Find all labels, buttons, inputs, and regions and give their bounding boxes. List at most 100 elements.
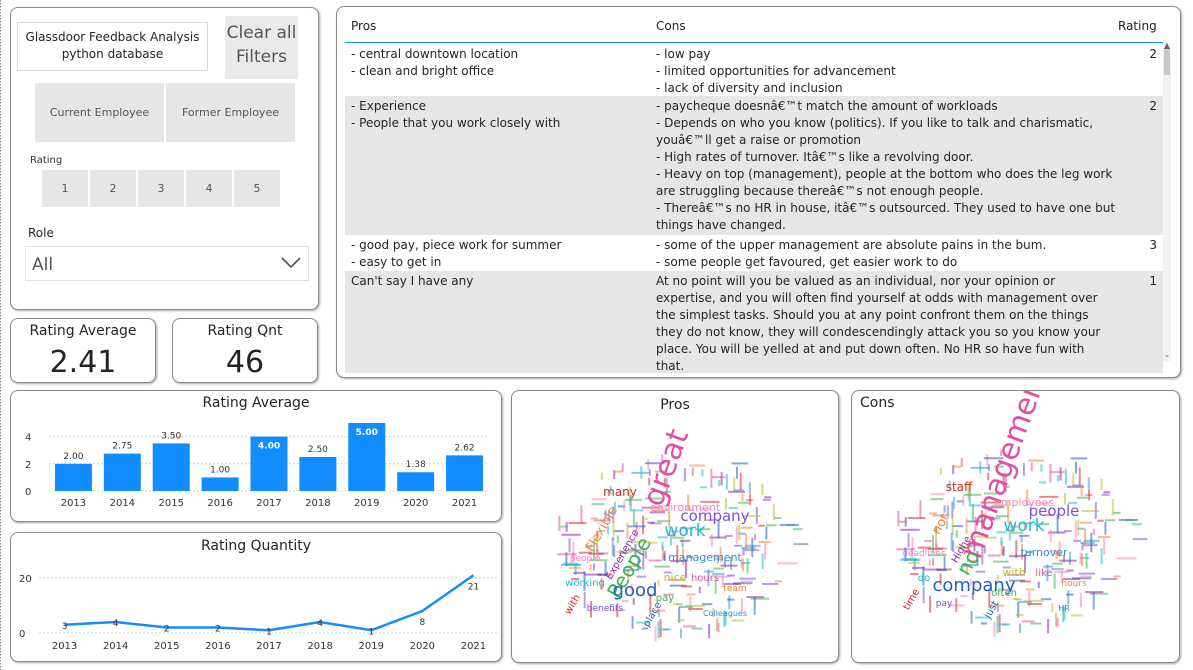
cell-cons: - some of the upper management are absol… [656,238,1047,269]
wordcloud-filler [740,526,753,529]
data-label: 2.75 [112,442,132,452]
pros-wordcloud: greatPeoplegoodworkcompanyFlexiblemanyen… [557,424,809,642]
wordcloud-filler [943,505,946,513]
wordcloud-filler [1113,575,1121,578]
report-title-line2: python database [61,47,164,61]
wordcloud-word: HR [1058,604,1070,613]
canvas-edge [0,0,3,670]
wordcloud-filler [1040,464,1043,472]
wordcloud-word: Flexible [583,504,621,555]
rating-average-chart: Rating Average 0 2 4 2.00 2013 2.75 2014 3.50 20… [10,390,502,522]
wordcloud-filler [683,468,686,482]
wordcloud-filler [739,472,742,490]
rating-button-2[interactable]: 2 [90,170,136,207]
wordcloud-filler [590,517,598,520]
x-tick-label: 2017 [256,498,281,509]
pros-wordcloud-card: Pros great People good work company Flexible m… [511,390,839,663]
scroll-thumb[interactable] [1164,49,1170,75]
wordcloud-filler [900,528,920,531]
wordcloud-filler [765,524,777,527]
wordcloud-filler [710,534,713,547]
table-row[interactable]: - central downtown location - clean and … [345,44,1163,96]
wordcloud-filler [1079,593,1082,608]
rating-button-1[interactable]: 1 [42,170,88,207]
rating-quantity-chart: Rating Quantity 0 20 3 2013 4 2014 2 2015 2 2016 1… [10,532,502,662]
wordcloud-filler [574,564,577,575]
rating-button-4[interactable]: 4 [186,170,232,207]
wordcloud-filler [1064,469,1067,485]
clear-filters-button[interactable]: Clear all Filters [225,16,298,79]
wordcloud-filler [713,567,724,570]
wordcloud-word: management [954,391,1056,563]
rating-button-5[interactable]: 5 [234,170,280,207]
wordcloud-word: time [901,587,922,612]
wordcloud-filler [1074,461,1077,474]
wordcloud-filler [765,526,768,540]
wordcloud-filler [1131,523,1142,526]
wordcloud-filler [1101,493,1110,496]
wordcloud-filler [1073,539,1081,542]
table-row[interactable]: - good pay, piece work for summer - easy… [345,235,1163,271]
data-label: 2 [215,625,221,635]
table-scrollbar[interactable]: ▲ ⌄ [1163,41,1171,361]
cell-rating: 2 [1149,99,1157,113]
wordcloud-filler [907,561,921,564]
wordcloud-filler [1076,496,1089,499]
wordcloud-filler [931,558,934,566]
wordcloud-filler [1074,520,1077,539]
wordcloud-filler [654,626,657,642]
wordcloud-filler [631,616,634,629]
wordcloud-filler [647,521,655,524]
wordcloud-filler [928,559,931,566]
header-rating[interactable]: Rating [1118,19,1157,33]
y-tick-label: 20 [19,574,32,585]
bar-chart-svg: 0 2 4 2.00 2013 2.75 2014 3.50 2015 1.00 2016 4.00 2… [25,423,489,509]
wordcloud-word: staff [946,480,973,494]
wordcloud-filler [1100,548,1103,565]
wordcloud-word: hours [691,573,719,584]
table-row[interactable]: - Experience - People that you work clos… [345,96,1163,235]
wordcloud-filler [1057,475,1060,482]
wordcloud-filler [658,628,672,631]
wordcloud-filler [1087,477,1090,489]
header-cons[interactable]: Cons [656,19,686,33]
report-title: Glassdoor Feedback Analysis python datab… [17,22,208,71]
wordcloud-word: nice [664,571,687,584]
table-row[interactable]: Can't say I have any At no point will yo… [345,271,1163,373]
wordcloud-filler [764,543,767,560]
wordcloud-filler [1090,532,1093,553]
wordcloud-filler [589,564,592,571]
wordcloud-filler [1084,528,1087,545]
wordcloud-filler [922,586,925,604]
wordcloud-filler [929,596,932,613]
wordcloud-filler [1018,623,1021,633]
data-label: 5.00 [356,428,378,438]
rating-button-3[interactable]: 3 [138,170,184,207]
wordcloud-filler [632,509,635,526]
wordcloud-filler [720,564,738,567]
wordcloud-filler [761,582,779,585]
role-dropdown[interactable]: All [25,246,309,281]
scroll-down-icon[interactable]: ⌄ [1163,350,1171,359]
current-employee-button[interactable]: Current Employee [35,83,164,142]
wordcloud-filler [793,543,809,546]
bar [397,472,435,491]
wordcloud-filler [761,483,764,496]
cell-cons: - paycheque doesnâ€™t match the amount o… [656,99,1116,232]
role-filter-label: Role [28,226,54,240]
wordcloud-filler [939,467,942,475]
wordcloud-word: team [723,584,746,594]
wordcloud-filler [739,577,756,580]
wordcloud-filler [761,553,764,570]
former-employee-button[interactable]: Former Employee [166,83,295,142]
wordcloud-filler [1080,488,1083,497]
header-pros[interactable]: Pros [351,19,376,33]
rating-average-card: Rating Average 2.41 [10,318,156,383]
wordcloud-filler [731,462,749,465]
wordcloud-filler [1125,519,1135,522]
cell-pros: - Experience - People that you work clos… [351,99,561,130]
rating-qnt-value: 46 [225,345,265,380]
wordcloud-filler [712,476,726,479]
wordcloud-filler [1039,481,1047,484]
role-selected-value: All [32,255,54,275]
